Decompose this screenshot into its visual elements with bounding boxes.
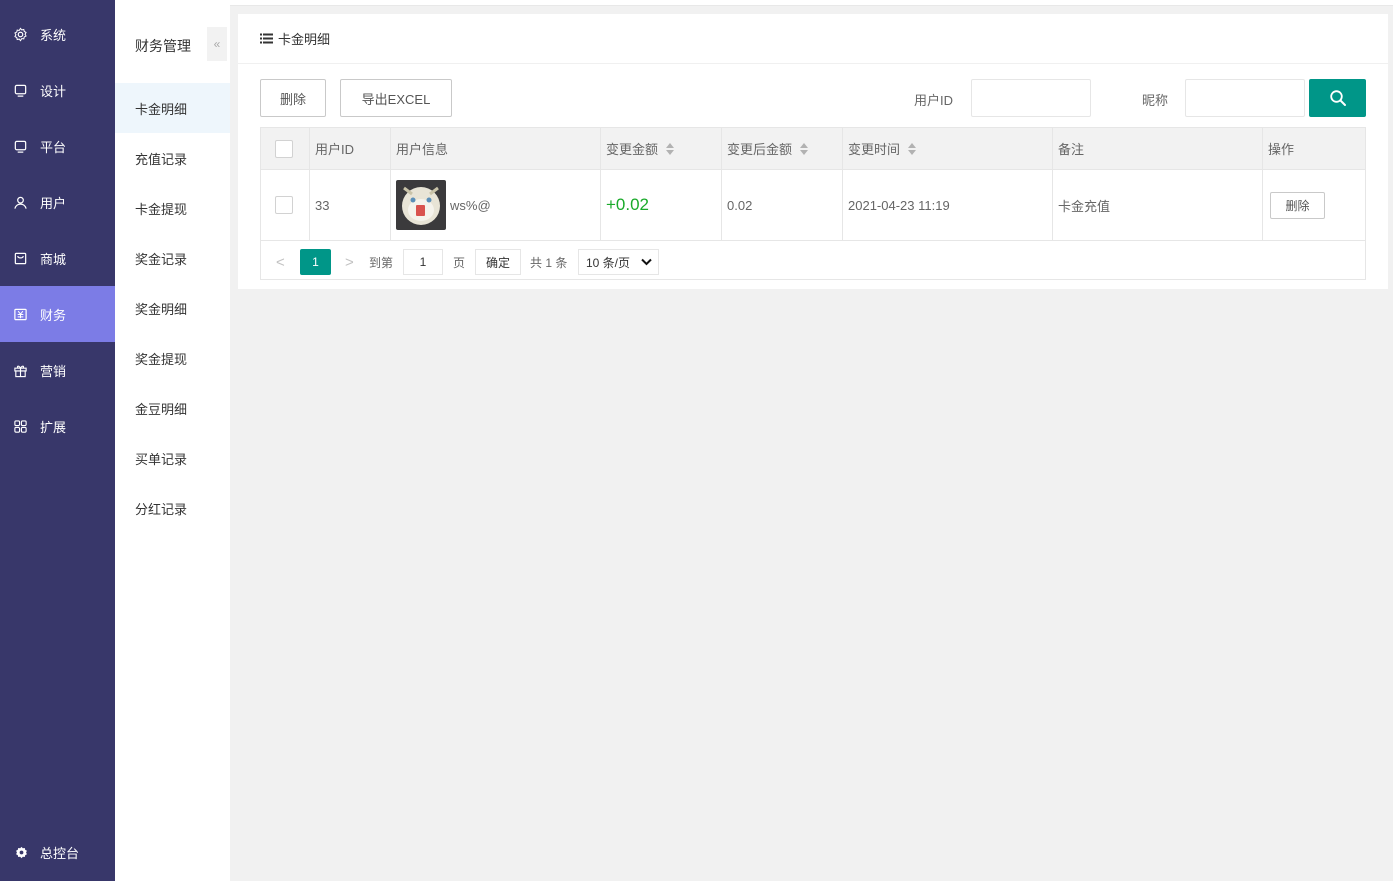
delete-button[interactable]: 删除 <box>260 79 326 117</box>
nav-item-user[interactable]: 用户 <box>0 174 115 230</box>
cell-change-amount: +0.02 <box>601 170 722 240</box>
nav-label: 总控台 <box>40 845 80 861</box>
nav-label: 营销 <box>40 363 67 379</box>
nav-label: 系统 <box>40 27 67 43</box>
table-row: 33 ws%@ +0.02 0.02 2021-04-23 11:19 卡金充值… <box>261 170 1365 241</box>
monitor-icon <box>14 140 27 153</box>
nav-item-marketing[interactable]: 营销 <box>0 342 115 398</box>
row-delete-button[interactable]: 删除 <box>1270 191 1325 219</box>
column-header-note: 备注 <box>1053 128 1263 169</box>
nav-label: 扩展 <box>40 419 67 435</box>
nav-item-system[interactable]: 系统 <box>0 6 115 62</box>
user-icon <box>14 196 27 209</box>
content-card: 卡金明细 删除 导出EXCEL 用户ID 昵称 用户ID 用户信息 变更金额 变… <box>238 14 1388 289</box>
search-button[interactable] <box>1309 79 1366 117</box>
sub-item-recharge-records[interactable]: 充值记录 <box>115 133 230 183</box>
header-checkbox-cell <box>261 128 310 169</box>
finance-icon <box>14 308 27 320</box>
page-size-value: 10 条/页 <box>586 255 631 270</box>
goto-page-input[interactable] <box>403 249 443 275</box>
goto-confirm-button[interactable]: 确定 <box>475 249 521 275</box>
list-icon <box>260 33 273 44</box>
sub-item-bonus-withdraw[interactable]: 奖金提现 <box>115 333 230 383</box>
pagination: < 1 > 到第 页 确定 共 1 条 10 条/页 <box>261 241 1365 279</box>
nickname-label: 昵称 <box>1142 93 1169 108</box>
column-header-change-time[interactable]: 变更时间 <box>843 128 1053 169</box>
next-page-button[interactable]: > <box>345 249 354 275</box>
page-unit-label: 页 <box>453 255 466 270</box>
gear-icon <box>16 846 27 858</box>
column-header-label: 变更时间 <box>848 142 901 157</box>
sort-icon[interactable] <box>800 142 809 155</box>
sort-icon[interactable] <box>666 142 675 155</box>
user-id-label: 用户ID <box>914 93 954 108</box>
data-table: 用户ID 用户信息 变更金额 变更后金额 变更时间 备注 操作 33 ws%@ … <box>260 127 1366 280</box>
user-nickname: ws%@ <box>450 197 491 213</box>
page-number-current[interactable]: 1 <box>300 249 331 275</box>
cell-note: 卡金充值 <box>1053 170 1263 240</box>
nav-label: 设计 <box>40 83 67 99</box>
sub-item-payment-records[interactable]: 买单记录 <box>115 433 230 483</box>
nav-label: 平台 <box>40 139 67 155</box>
cell-after-amount: 0.02 <box>722 170 843 240</box>
avatar <box>396 180 446 230</box>
nav-item-finance[interactable]: 财务 <box>0 286 115 342</box>
column-header-change-amount[interactable]: 变更金额 <box>601 128 722 169</box>
page-size-select[interactable]: 10 条/页 <box>578 249 659 275</box>
nav-label: 商城 <box>40 251 67 267</box>
nav-item-shop[interactable]: 商城 <box>0 230 115 286</box>
sub-item-bean-detail[interactable]: 金豆明细 <box>115 383 230 433</box>
gift-icon <box>14 365 27 377</box>
sub-item-bonus-records[interactable]: 奖金记录 <box>115 233 230 283</box>
gear-icon <box>14 27 27 41</box>
nav-item-platform[interactable]: 平台 <box>0 118 115 174</box>
export-excel-button[interactable]: 导出EXCEL <box>340 79 452 117</box>
sub-menu: 财务管理 卡金明细 充值记录 卡金提现 奖金记录 奖金明细 奖金提现 金豆明细 … <box>115 0 230 881</box>
column-header-after-amount[interactable]: 变更后金额 <box>722 128 843 169</box>
chevron-down-icon <box>641 258 652 266</box>
column-header-label: 变更后金额 <box>727 142 793 157</box>
column-header-action: 操作 <box>1268 142 1295 157</box>
nav-label: 财务 <box>40 307 67 323</box>
change-amount-value: +0.02 <box>606 195 650 214</box>
goto-label: 到第 <box>369 255 394 270</box>
cell-action: 删除 <box>1263 170 1365 240</box>
page-title: 卡金明细 <box>278 32 331 47</box>
sub-item-card-detail[interactable]: 卡金明细 <box>115 83 230 133</box>
shop-icon <box>14 252 27 264</box>
sub-item-bonus-detail[interactable]: 奖金明细 <box>115 283 230 333</box>
main-nav: 系统 设计 平台 用户 商城 财务 营销 扩展 总控台 <box>0 0 115 881</box>
total-count: 共 1 条 <box>530 255 568 270</box>
sub-item-dividend-records[interactable]: 分红记录 <box>115 483 230 533</box>
nav-item-dashboard[interactable]: 总控台 <box>0 837 115 867</box>
nav-item-extend[interactable]: 扩展 <box>0 398 115 454</box>
sub-menu-title: 财务管理 <box>135 38 191 54</box>
cell-change-time: 2021-04-23 11:19 <box>843 170 1053 240</box>
search-icon <box>1329 90 1346 106</box>
row-checkbox[interactable] <box>275 196 293 214</box>
card-header: 卡金明细 <box>238 14 1388 64</box>
column-header-user-id: 用户ID <box>310 128 391 169</box>
nav-label: 用户 <box>40 195 67 211</box>
column-header-label: 变更金额 <box>606 142 659 157</box>
row-checkbox-cell <box>261 170 310 240</box>
sort-icon[interactable] <box>908 142 917 155</box>
prev-page-button[interactable]: < <box>276 249 285 275</box>
top-bar <box>230 0 1393 6</box>
monitor-icon <box>14 84 27 97</box>
select-all-checkbox[interactable] <box>275 139 293 158</box>
table-header: 用户ID 用户信息 变更金额 变更后金额 变更时间 备注 操作 <box>261 128 1365 170</box>
nickname-input[interactable] <box>1185 79 1305 117</box>
nav-item-design[interactable]: 设计 <box>0 62 115 118</box>
cell-user-id: 33 <box>310 170 391 240</box>
grid-icon <box>14 419 27 433</box>
sub-item-card-withdraw[interactable]: 卡金提现 <box>115 183 230 233</box>
user-id-input[interactable] <box>971 79 1091 117</box>
cell-user-info: ws%@ <box>391 170 601 240</box>
column-header-user-info: 用户信息 <box>391 128 601 169</box>
collapse-menu-button[interactable]: « <box>207 27 227 61</box>
